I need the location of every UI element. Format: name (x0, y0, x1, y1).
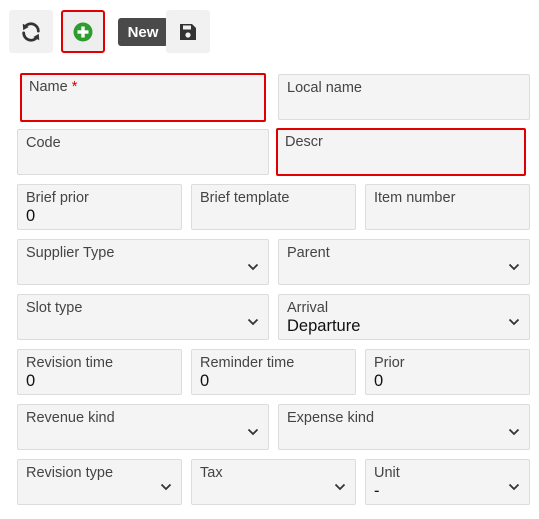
descr-field[interactable]: Descr (276, 128, 526, 176)
new-tooltip: New (118, 18, 168, 46)
code-label: Code (26, 135, 61, 151)
tax-label: Tax (200, 465, 223, 481)
expense-kind-label: Expense kind (287, 410, 375, 426)
reminder-time-value: 0 (200, 372, 210, 390)
save-button[interactable] (166, 10, 210, 53)
reminder-time-label: Reminder time (200, 355, 295, 371)
reminder-time-field[interactable]: Reminder time 0 (191, 349, 356, 395)
chevron-down-icon (247, 428, 259, 436)
revision-type-label: Revision type (26, 465, 114, 481)
unit-value: - (374, 482, 380, 500)
revision-type-select[interactable]: Revision type (17, 459, 182, 505)
prior-label: Prior (374, 355, 405, 371)
revision-time-field[interactable]: Revision time 0 (17, 349, 182, 395)
chevron-down-icon (508, 428, 520, 436)
brief-template-label: Brief template (200, 190, 290, 206)
tax-select[interactable]: Tax (191, 459, 356, 505)
chevron-down-icon (508, 318, 520, 326)
item-number-label: Item number (374, 190, 456, 206)
parent-label: Parent (287, 245, 330, 261)
chevron-down-icon (160, 483, 172, 491)
chevron-down-icon (247, 263, 259, 271)
slot-type-label: Slot type (26, 300, 83, 316)
local-name-label: Local name (287, 80, 362, 96)
arrival-select[interactable]: Arrival Departure (278, 294, 530, 340)
revenue-kind-select[interactable]: Revenue kind (17, 404, 269, 450)
slot-type-select[interactable]: Slot type (17, 294, 269, 340)
refresh-button[interactable] (9, 10, 53, 53)
revenue-kind-label: Revenue kind (26, 410, 115, 426)
descr-label: Descr (285, 134, 323, 150)
expense-kind-select[interactable]: Expense kind (278, 404, 530, 450)
supplier-type-select[interactable]: Supplier Type (17, 239, 269, 285)
brief-template-field[interactable]: Brief template (191, 184, 356, 230)
name-field[interactable]: Name * (20, 73, 266, 122)
revision-time-value: 0 (26, 372, 36, 390)
chevron-down-icon (508, 483, 520, 491)
revision-time-label: Revision time (26, 355, 114, 371)
parent-select[interactable]: Parent (278, 239, 530, 285)
prior-field[interactable]: Prior 0 (365, 349, 530, 395)
brief-prior-value: 0 (26, 207, 36, 225)
chevron-down-icon (247, 318, 259, 326)
name-label: Name (29, 79, 68, 95)
item-number-field[interactable]: Item number (365, 184, 530, 230)
brief-prior-field[interactable]: Brief prior 0 (17, 184, 182, 230)
refresh-icon (22, 21, 40, 42)
chevron-down-icon (508, 263, 520, 271)
prior-value: 0 (374, 372, 384, 390)
local-name-field[interactable]: Local name (278, 74, 530, 120)
brief-prior-label: Brief prior (26, 190, 89, 206)
plus-circle-icon (73, 22, 93, 41)
unit-label: Unit (374, 465, 400, 481)
unit-select[interactable]: Unit - (365, 459, 530, 505)
required-marker: * (71, 79, 78, 95)
code-field[interactable]: Code (17, 129, 269, 175)
arrival-label: Arrival (287, 300, 329, 316)
supplier-type-label: Supplier Type (26, 245, 115, 261)
floppy-disk-icon (180, 23, 196, 40)
add-new-button[interactable] (61, 10, 105, 53)
arrival-value: Departure (287, 317, 361, 335)
chevron-down-icon (334, 483, 346, 491)
